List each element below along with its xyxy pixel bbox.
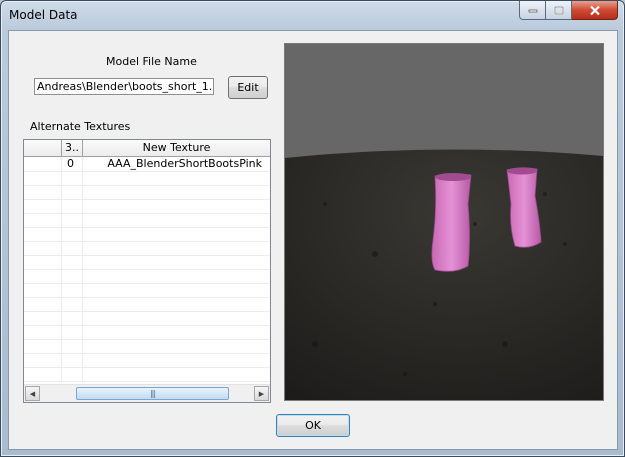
table-cell[interactable]: 0 — [62, 157, 83, 171]
table-cell[interactable] — [62, 367, 83, 381]
scroll-right-button[interactable]: ▶ — [254, 386, 269, 401]
table-cell[interactable] — [83, 339, 270, 353]
table-row[interactable]: 0 AAA_BlenderShortBootsPink — [24, 157, 270, 172]
model-data-dialog: Model Data Model File Name Andreas\Blend… — [0, 0, 625, 457]
table-cell[interactable] — [24, 199, 62, 213]
title-bar[interactable]: Model Data — [1, 1, 624, 29]
table-cell[interactable] — [62, 199, 83, 213]
table-cell[interactable] — [83, 213, 270, 227]
minimize-button[interactable] — [519, 1, 546, 20]
table-cell[interactable] — [83, 255, 270, 269]
edit-button[interactable]: Edit — [228, 76, 268, 99]
window-title: Model Data — [9, 8, 78, 22]
table-cell[interactable] — [62, 339, 83, 353]
thumb-grip-icon: ||| — [149, 389, 156, 398]
close-button[interactable] — [572, 1, 618, 20]
table-cell[interactable] — [62, 227, 83, 241]
maximize-icon — [553, 5, 564, 15]
alternate-textures-grid[interactable]: 3.. New Texture 0 AAA_BlenderShortBootsPi… — [23, 139, 271, 403]
table-cell[interactable] — [83, 325, 270, 339]
table-cell[interactable] — [62, 241, 83, 255]
table-cell[interactable]: AAA_BlenderShortBootsPink — [83, 157, 270, 171]
dialog-client-area: Model File Name Andreas\Blender\boots_sh… — [8, 30, 618, 450]
table-cell[interactable] — [62, 255, 83, 269]
table-cell[interactable] — [62, 213, 83, 227]
table-cell[interactable] — [62, 283, 83, 297]
table-cell[interactable] — [83, 283, 270, 297]
alternate-textures-label: Alternate Textures — [30, 120, 131, 133]
table-cell[interactable] — [24, 255, 62, 269]
minimize-icon — [528, 9, 537, 13]
table-cell[interactable] — [24, 353, 62, 367]
table-cell[interactable] — [24, 339, 62, 353]
table-row[interactable] — [24, 241, 270, 256]
table-cell[interactable] — [62, 325, 83, 339]
table-cell[interactable] — [24, 311, 62, 325]
table-cell[interactable] — [83, 367, 270, 381]
table-cell[interactable] — [24, 227, 62, 241]
close-icon — [589, 5, 600, 15]
table-cell[interactable] — [24, 185, 62, 199]
preview-render — [285, 44, 603, 400]
column-header-original[interactable]: 3.. — [62, 140, 83, 156]
table-row[interactable] — [24, 199, 270, 214]
maximize-button[interactable] — [546, 1, 572, 20]
table-row[interactable] — [24, 339, 270, 354]
table-cell[interactable] — [62, 171, 83, 185]
model-file-name-field[interactable]: Andreas\Blender\boots_short_1.nif — [34, 78, 214, 95]
table-row[interactable] — [24, 255, 270, 270]
table-cell[interactable] — [24, 241, 62, 255]
table-cell[interactable] — [62, 353, 83, 367]
table-row[interactable] — [24, 353, 270, 368]
scroll-left-button[interactable]: ◀ — [25, 386, 40, 401]
table-cell[interactable] — [62, 311, 83, 325]
table-cell[interactable] — [24, 213, 62, 227]
left-boot-model — [431, 173, 472, 272]
table-cell[interactable] — [62, 185, 83, 199]
scrollbar-thumb[interactable]: ||| — [76, 387, 229, 400]
model-preview-viewport[interactable] — [284, 43, 604, 401]
table-row[interactable] — [24, 367, 270, 382]
table-row[interactable] — [24, 227, 270, 242]
table-row[interactable] — [24, 213, 270, 228]
table-row[interactable] — [24, 297, 270, 312]
table-cell[interactable] — [83, 171, 270, 185]
table-cell[interactable] — [83, 227, 270, 241]
table-cell[interactable] — [83, 269, 270, 283]
table-row[interactable] — [24, 311, 270, 326]
table-row[interactable] — [24, 325, 270, 340]
table-row[interactable] — [24, 269, 270, 284]
table-cell[interactable] — [24, 283, 62, 297]
horizontal-scrollbar[interactable]: ◀ ||| ▶ — [24, 384, 270, 402]
column-header-new-texture[interactable]: New Texture — [83, 140, 270, 156]
grid-header: 3.. New Texture — [24, 140, 270, 157]
table-cell[interactable] — [24, 325, 62, 339]
table-cell[interactable] — [24, 157, 62, 171]
scroll-left-arrow-icon: ◀ — [29, 389, 36, 398]
scroll-right-arrow-icon: ▶ — [258, 389, 265, 398]
table-cell[interactable] — [83, 199, 270, 213]
table-cell[interactable] — [83, 241, 270, 255]
table-cell[interactable] — [83, 185, 270, 199]
ok-button[interactable]: OK — [276, 414, 350, 437]
table-row[interactable] — [24, 171, 270, 186]
column-header-index[interactable] — [24, 140, 62, 156]
table-row[interactable] — [24, 185, 270, 200]
table-cell[interactable] — [83, 297, 270, 311]
right-boot-model — [506, 167, 542, 248]
table-cell[interactable] — [83, 311, 270, 325]
table-row[interactable] — [24, 283, 270, 298]
table-cell[interactable] — [62, 269, 83, 283]
table-cell[interactable] — [24, 297, 62, 311]
table-cell[interactable] — [62, 297, 83, 311]
table-cell[interactable] — [24, 171, 62, 185]
table-cell[interactable] — [83, 353, 270, 367]
table-cell[interactable] — [24, 269, 62, 283]
model-file-name-label: Model File Name — [106, 55, 197, 68]
caption-buttons — [519, 1, 618, 20]
table-cell[interactable] — [24, 367, 62, 381]
